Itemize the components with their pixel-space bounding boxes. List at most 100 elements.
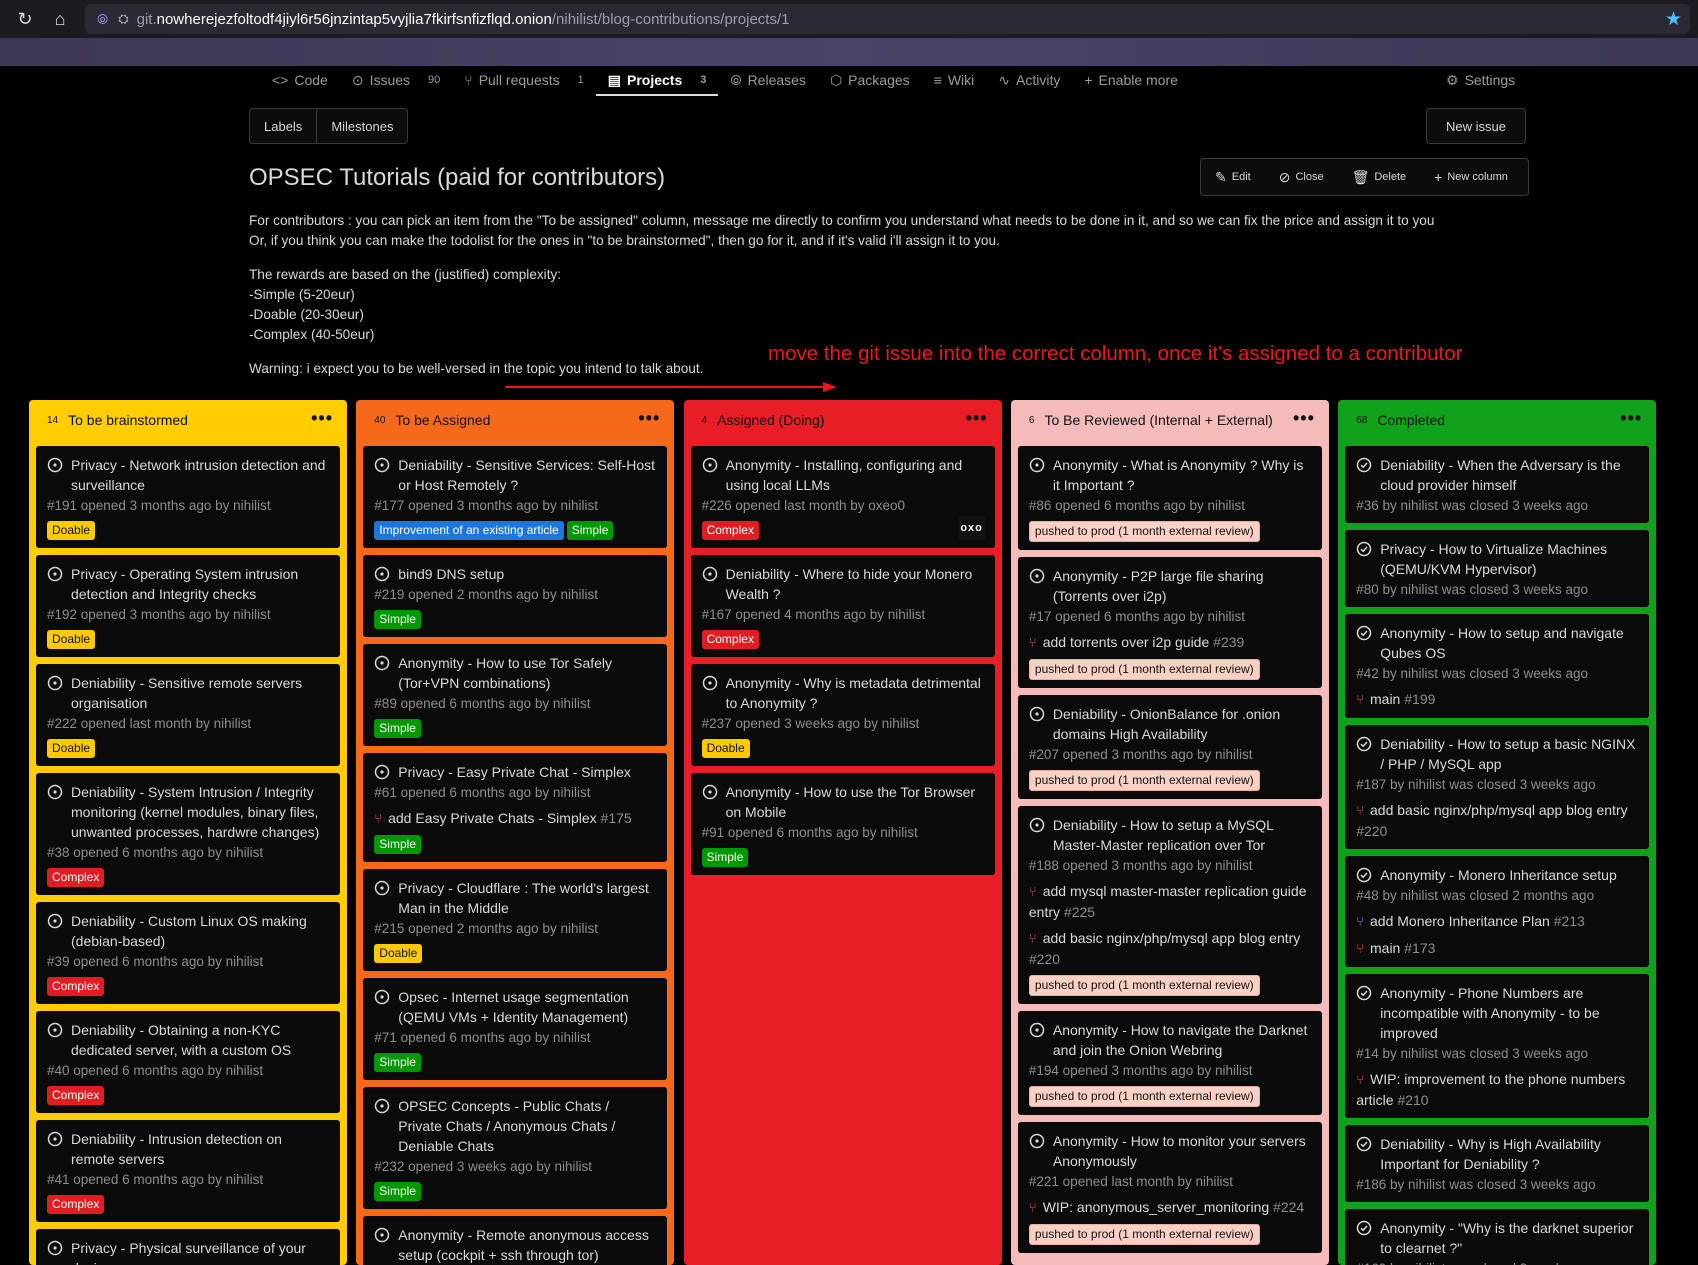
issue-title[interactable]: Deniability - Obtaining a non-KYC dedica…	[71, 1020, 329, 1060]
issue-card[interactable]: Deniability - How to setup a basic NGINX…	[1345, 725, 1650, 849]
issue-card[interactable]: Deniability - Sensitive Services: Self-H…	[363, 446, 668, 548]
label-simple[interactable]: Simple	[566, 521, 614, 540]
issue-card[interactable]: Privacy - Operating System intrusion det…	[36, 555, 340, 657]
issue-title[interactable]: Deniability - When the Adversary is the …	[1380, 455, 1638, 495]
column-menu-icon[interactable]: •••	[1293, 408, 1315, 429]
bookmark-star-icon[interactable]: ★	[1665, 8, 1682, 31]
label-complex[interactable]: Complex	[47, 868, 105, 887]
issue-title[interactable]: bind9 DNS setup	[398, 564, 504, 584]
issue-title[interactable]: Deniability - Intrusion detection on rem…	[71, 1129, 329, 1169]
label-simple[interactable]: Simple	[701, 848, 749, 867]
issue-card[interactable]: Anonymity - P2P large file sharing (Torr…	[1017, 557, 1322, 688]
issue-title[interactable]: Anonymity - Installing, configuring and …	[726, 455, 984, 495]
linked-pull-request[interactable]: ⑂ add basic nginx/php/mysql app blog entr…	[1029, 928, 1311, 969]
tab-wiki[interactable]: ≡ Wiki	[922, 66, 987, 94]
issue-title[interactable]: Opsec - Internet usage segmentation (QEM…	[398, 987, 656, 1027]
tab-releases[interactable]: ⦾ Releases	[718, 66, 818, 94]
issue-title[interactable]: Deniability - System Intrusion / Integri…	[71, 782, 329, 842]
issue-title[interactable]: Deniability - Custom Linux OS making (de…	[71, 911, 329, 951]
reload-icon[interactable]: ↻	[15, 9, 35, 29]
label-prod[interactable]: pushed to prod (1 month external review)	[1028, 975, 1260, 996]
linked-pull-request[interactable]: ⑂ main #173	[1356, 938, 1638, 959]
label-prod[interactable]: pushed to prod (1 month external review)	[1028, 1224, 1260, 1245]
issue-title[interactable]: Deniability - How to setup a MySQL Maste…	[1053, 815, 1311, 855]
issue-title[interactable]: Anonymity - How to monitor your servers …	[1053, 1131, 1311, 1171]
issue-card[interactable]: Deniability - System Intrusion / Integri…	[36, 773, 340, 895]
tab-issues[interactable]: ⊙ Issues 90	[340, 66, 452, 94]
column-menu-icon[interactable]: •••	[638, 408, 660, 429]
issue-card[interactable]: Anonymity - Installing, configuring and …	[690, 446, 995, 548]
label-prod[interactable]: pushed to prod (1 month external review)	[1028, 770, 1260, 791]
edit-button[interactable]: ✎ Edit	[1201, 169, 1265, 186]
issue-card[interactable]: Deniability - Intrusion detection on rem…	[36, 1120, 340, 1222]
issue-card[interactable]: Deniability - Custom Linux OS making (de…	[36, 902, 340, 1004]
column-menu-icon[interactable]: •••	[1620, 408, 1642, 429]
tab-projects[interactable]: ▤ Projects 3	[595, 66, 719, 96]
issue-card[interactable]: Anonymity - How to use Tor Safely (Tor+V…	[363, 644, 668, 746]
issue-card[interactable]: Deniability - Why is High Availability I…	[1345, 1125, 1650, 1202]
issue-card[interactable]: bind9 DNS setup #219 opened 2 months ago …	[363, 555, 668, 637]
assignee-avatar[interactable]: oxo	[958, 516, 985, 540]
label-doable[interactable]: Doable	[47, 521, 96, 540]
issue-card[interactable]: Privacy - Easy Private Chat - Simplex #61…	[363, 753, 668, 862]
label-prod[interactable]: pushed to prod (1 month external review)	[1028, 659, 1260, 680]
issue-title[interactable]: Anonymity - How to use Tor Safely (Tor+V…	[398, 653, 656, 693]
issue-card[interactable]: Deniability - Sensitive remote servers o…	[36, 664, 340, 766]
tab-enable-more[interactable]: + Enable more	[1072, 66, 1190, 94]
issue-card[interactable]: Privacy - How to Virtualize Machines (QE…	[1345, 530, 1650, 607]
issue-title[interactable]: Deniability - OnionBalance for .onion do…	[1053, 704, 1311, 744]
label-simple[interactable]: Simple	[374, 1182, 421, 1201]
issue-title[interactable]: Deniability - Why is High Availability I…	[1380, 1134, 1638, 1174]
issue-title[interactable]: Privacy - Operating System intrusion det…	[71, 564, 329, 604]
issue-card[interactable]: Anonymity - Why is metadata detrimental …	[690, 664, 995, 766]
issue-title[interactable]: Deniability - Sensitive remote servers o…	[71, 673, 329, 713]
issue-title[interactable]: Privacy - Easy Private Chat - Simplex	[398, 762, 631, 782]
label-complex[interactable]: Complex	[47, 977, 105, 996]
issue-title[interactable]: Deniability - How to setup a basic NGINX…	[1380, 734, 1638, 774]
linked-pull-request[interactable]: ⑂ WIP: anonymous_server_monitoring #224	[1029, 1197, 1311, 1218]
label-doable[interactable]: Doable	[374, 944, 423, 963]
issue-card[interactable]: Anonymity - Monero Inheritance setup #48 …	[1345, 856, 1650, 967]
close-button[interactable]: ⊘ Close	[1265, 169, 1338, 186]
linked-pull-request[interactable]: ⑂ add mysql master-master replication gui…	[1029, 881, 1311, 922]
label-simple[interactable]: Simple	[374, 610, 421, 629]
linked-pull-request[interactable]: ⑂ add Easy Private Chats - Simplex #175	[374, 808, 656, 829]
label-complex[interactable]: Complex	[701, 630, 759, 649]
issue-card[interactable]: Anonymity - How to setup and navigate Qu…	[1345, 614, 1650, 718]
issue-title[interactable]: OPSEC Concepts - Public Chats / Private …	[398, 1096, 656, 1156]
label-complex[interactable]: Complex	[701, 521, 759, 540]
label-doable[interactable]: Doable	[47, 630, 96, 649]
label-prod[interactable]: pushed to prod (1 month external review)	[1028, 1086, 1260, 1107]
issue-card[interactable]: Anonymity - How to monitor your servers …	[1017, 1122, 1322, 1253]
issue-card[interactable]: Anonymity - How to navigate the Darknet …	[1017, 1011, 1322, 1115]
issue-card[interactable]: Anonymity - What is Anonymity ? Why is i…	[1017, 446, 1322, 550]
label-prod[interactable]: pushed to prod (1 month external review)	[1028, 521, 1260, 542]
issue-title[interactable]: Privacy - How to Virtualize Machines (QE…	[1380, 539, 1638, 579]
issue-title[interactable]: Privacy - Cloudflare : The world's large…	[398, 878, 656, 918]
label-complex[interactable]: Complex	[47, 1195, 105, 1214]
label-simple[interactable]: Simple	[374, 719, 421, 738]
labels-button[interactable]: Labels	[250, 109, 316, 143]
issue-card[interactable]: Deniability - Obtaining a non-KYC dedica…	[36, 1011, 340, 1113]
new-issue-button[interactable]: New issue	[1426, 108, 1526, 144]
linked-pull-request[interactable]: ⑂ WIP: improvement to the phone numbers a…	[1356, 1069, 1638, 1110]
column-menu-icon[interactable]: •••	[966, 408, 988, 429]
issue-card[interactable]: Anonymity - Remote anonymous access setu…	[363, 1216, 668, 1265]
issue-card[interactable]: Deniability - OnionBalance for .onion do…	[1017, 695, 1322, 799]
issue-title[interactable]: Anonymity - Remote anonymous access setu…	[398, 1225, 656, 1265]
label-simple[interactable]: Simple	[374, 835, 421, 854]
issue-card[interactable]: Deniability - How to setup a MySQL Maste…	[1017, 806, 1322, 1004]
issue-card[interactable]: OPSEC Concepts - Public Chats / Private …	[363, 1087, 668, 1209]
issue-card[interactable]: Deniability - When the Adversary is the …	[1345, 446, 1650, 523]
tab-code[interactable]: <> Code	[260, 66, 340, 94]
issue-title[interactable]: Anonymity - P2P large file sharing (Torr…	[1053, 566, 1311, 606]
new-column-button[interactable]: + New column	[1420, 169, 1522, 185]
issue-card[interactable]: Deniability - Where to hide your Monero …	[690, 555, 995, 657]
issue-title[interactable]: Anonymity - Why is metadata detrimental …	[726, 673, 984, 713]
linked-pull-request[interactable]: ⑂ main #199	[1356, 689, 1638, 710]
home-icon[interactable]: ⌂	[50, 9, 70, 29]
issue-card[interactable]: Privacy - Physical surveillance of your …	[36, 1229, 340, 1265]
label-improve[interactable]: Improvement of an existing article	[374, 521, 564, 540]
issue-title[interactable]: Anonymity - How to navigate the Darknet …	[1053, 1020, 1311, 1060]
milestones-button[interactable]: Milestones	[316, 109, 407, 143]
